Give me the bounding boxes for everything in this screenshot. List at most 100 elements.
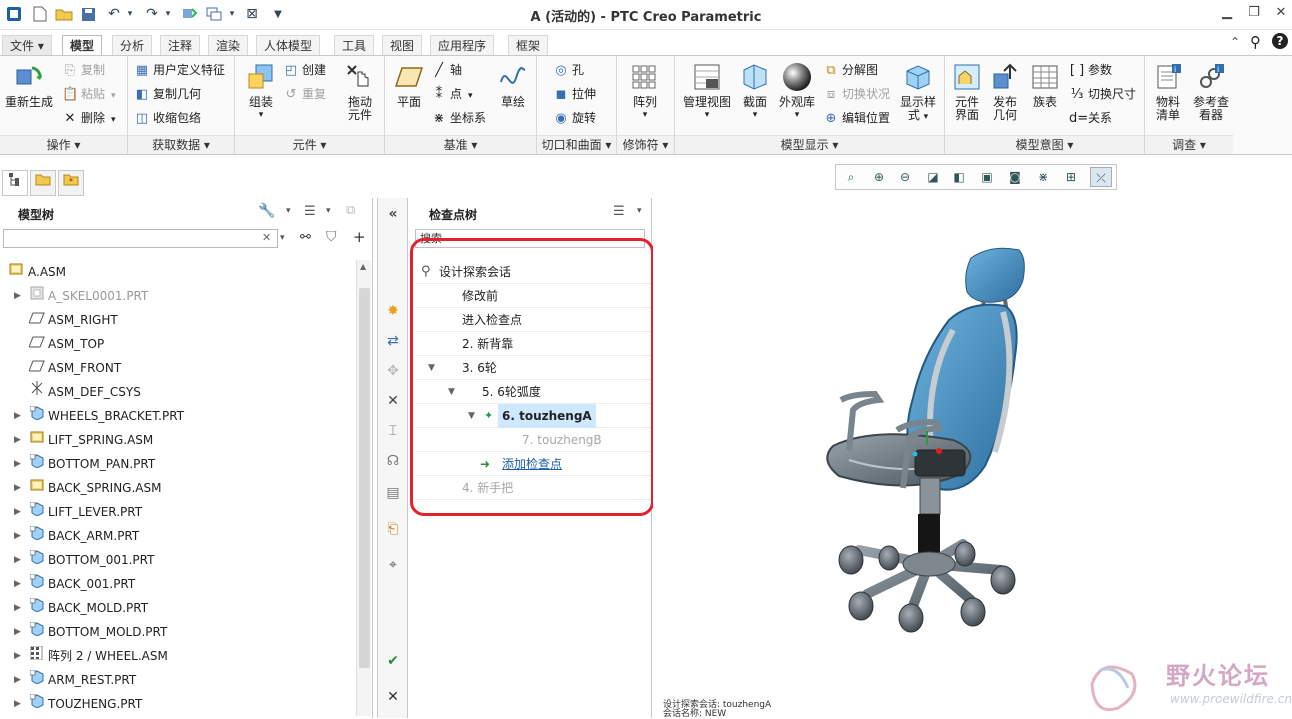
sketch-button[interactable]: 草绘 <box>493 61 533 109</box>
drag-components-button[interactable]: 拖动 元件 <box>339 61 381 122</box>
edit-position-button[interactable]: ⊕ 编辑位置 <box>823 108 890 128</box>
expand-arrow-icon[interactable]: ▶ <box>14 596 24 620</box>
create-button[interactable]: ◰ 创建 <box>283 60 326 80</box>
pattern-button[interactable]: 阵列 ▾ <box>625 61 665 122</box>
expand-arrow-icon[interactable]: ▶ <box>14 452 24 476</box>
rotate-checkpoint-icon[interactable]: ⇄ <box>381 330 405 352</box>
group-model-intent-label[interactable]: 模型意图 ▾ <box>945 135 1144 154</box>
repaint-icon[interactable]: ◪ <box>922 167 944 187</box>
remove-checkpoint-icon[interactable]: ✕ <box>381 390 405 412</box>
find-binoculars-icon[interactable]: ⚯ <box>300 230 311 245</box>
add-column-icon[interactable]: + <box>353 228 366 246</box>
expand-arrow-icon[interactable]: ▶ <box>14 428 24 452</box>
expand-arrow-icon[interactable]: ▶ <box>14 476 24 500</box>
expand-arrow-icon[interactable]: ▶ <box>14 548 24 572</box>
minimize-ribbon-icon[interactable]: ⌃ <box>1230 35 1240 49</box>
point-button[interactable]: ⁑ 点 ▾ <box>431 84 473 104</box>
show-menu-dropdown-icon[interactable]: ▾ <box>326 206 331 216</box>
expand-arrow-icon[interactable]: ▶ <box>14 500 24 524</box>
annotation-display-icon[interactable]: ⊞ <box>1060 167 1082 187</box>
compare-checkpoint-icon[interactable]: ⌶ <box>381 420 405 442</box>
section-button[interactable]: 截面 ▾ <box>737 61 773 122</box>
appearance-gallery-button[interactable]: 外观库 ▾ <box>775 61 819 122</box>
publish-geometry-button[interactable]: 发布 几何 <box>987 61 1023 122</box>
datum-display-filters-icon[interactable]: ⋇ <box>1032 167 1054 187</box>
tree-settings-icon[interactable]: 🔧 <box>258 203 275 219</box>
tab-manikin[interactable]: 人体模型 <box>256 35 321 56</box>
new-session-icon[interactable]: ✸ <box>381 300 405 322</box>
filter-icon[interactable]: ⛉ <box>326 229 337 245</box>
view-manager-icon[interactable]: ◙ <box>1004 167 1026 187</box>
saved-orientations-icon[interactable]: ▣ <box>976 167 998 187</box>
tab-applications[interactable]: 应用程序 <box>430 35 495 56</box>
group-modifiers-label[interactable]: 修饰符 ▾ <box>617 135 674 154</box>
hole-button[interactable]: ◎ 孔 <box>553 60 584 80</box>
group-component-label[interactable]: 元件 ▾ <box>235 135 384 154</box>
assemble-button[interactable]: 组装 ▾ <box>241 61 281 122</box>
tab-favorites-icon[interactable]: * <box>58 170 84 196</box>
delete-button[interactable]: ✕ 删除 ▾ <box>62 108 116 128</box>
tab-folder-browser-icon[interactable] <box>30 170 56 196</box>
open-session-icon[interactable]: ⎗ <box>381 518 405 540</box>
shrinkwrap-button[interactable]: ◫ 收缩包络 <box>134 108 201 128</box>
group-cuts-surfaces-label[interactable]: 切口和曲面 ▾ <box>537 135 616 154</box>
regenerate-button[interactable]: 重新生成 <box>4 61 54 109</box>
model-tree-scrollbar[interactable]: ▲ <box>356 260 371 716</box>
expand-arrow-icon[interactable]: ▶ <box>14 404 24 428</box>
checkpoint-menu-dropdown-icon[interactable]: ▾ <box>637 206 642 216</box>
user-defined-feature-button[interactable]: ▦ 用户定义特征 <box>134 60 225 80</box>
checkpoint-notes-icon[interactable]: ▤ <box>381 482 405 504</box>
toggle-status-button[interactable]: ⧈ 切换状况 <box>823 84 890 104</box>
properties-checkpoint-icon[interactable]: ☊ <box>381 450 405 472</box>
chair-model[interactable] <box>653 160 1292 718</box>
graphics-viewport[interactable] <box>653 160 1292 718</box>
expand-arrow-icon[interactable]: ▶ <box>14 692 24 716</box>
csys-button[interactable]: ⋇ 坐标系 <box>431 108 486 128</box>
group-model-display-label[interactable]: 模型显示 ▾ <box>675 135 944 154</box>
spin-center-icon[interactable]: ⤫ <box>1090 167 1112 187</box>
tab-file[interactable]: 文件 ▾ <box>2 35 52 56</box>
axis-button[interactable]: ╱ 轴 <box>431 60 462 80</box>
tab-model[interactable]: 模型 <box>62 35 103 57</box>
display-style-view-icon[interactable]: ◧ <box>948 167 970 187</box>
tab-analysis[interactable]: 分析 <box>112 35 153 56</box>
tab-annotate[interactable]: 注释 <box>160 35 201 56</box>
expand-arrow-icon[interactable]: ▶ <box>14 572 24 596</box>
group-operations-label[interactable]: 操作 ▾ <box>0 135 127 154</box>
repeat-button[interactable]: ↺ 重复 <box>283 84 326 104</box>
zoom-out-icon[interactable]: ⊖ <box>894 167 916 187</box>
component-interface-button[interactable]: 元件 界面 <box>949 61 985 122</box>
group-get-data-label[interactable]: 获取数据 ▾ <box>128 135 234 154</box>
search-dropdown-icon[interactable]: ▾ <box>280 233 285 243</box>
restore-icon[interactable]: ❐ <box>1243 5 1265 23</box>
family-table-button[interactable]: 族表 <box>1027 61 1063 109</box>
tab-render[interactable]: 渲染 <box>208 35 249 56</box>
model-tree-scroll-thumb[interactable] <box>359 288 370 668</box>
expand-arrow-icon[interactable]: ▶ <box>14 284 24 308</box>
expand-arrow-icon[interactable]: ▶ <box>14 644 24 668</box>
relations-button[interactable]: d=关系 <box>1069 108 1112 128</box>
tab-framework[interactable]: 框架 <box>508 35 549 56</box>
tab-tools[interactable]: 工具 <box>334 35 375 56</box>
expand-arrow-icon[interactable]: ▶ <box>14 668 24 692</box>
manage-views-button[interactable]: 管理视图 ▾ <box>681 61 733 122</box>
extrude-button[interactable]: ◼ 拉伸 <box>553 84 596 104</box>
zoom-in-icon[interactable]: ⊕ <box>868 167 890 187</box>
tab-model-tree-icon[interactable] <box>2 170 28 196</box>
search-icon[interactable]: ⚲ <box>1250 33 1261 51</box>
tree-settings-dropdown-icon[interactable]: ▾ <box>286 206 291 216</box>
explode-view-button[interactable]: ⧉ 分解图 <box>823 60 878 80</box>
expand-arrow-icon[interactable]: ▶ <box>14 620 24 644</box>
close-icon[interactable]: ✕ <box>1270 5 1292 23</box>
minimize-icon[interactable]: ▁ <box>1216 5 1238 23</box>
bom-button[interactable]: i 物料 清单 <box>1149 61 1187 122</box>
group-investigate-label[interactable]: 调查 ▾ <box>1145 135 1233 154</box>
group-datum-label[interactable]: 基准 ▾ <box>385 135 536 154</box>
copy-button[interactable]: ⎘ 复制 <box>62 60 105 80</box>
reference-viewer-button[interactable]: i 参考查 看器 <box>1189 61 1233 122</box>
save-session-icon[interactable]: ⌖ <box>381 554 405 576</box>
filter-disabled-icon[interactable]: ⧉ <box>346 203 355 218</box>
refit-icon[interactable]: ⌕ <box>840 167 862 187</box>
collapse-panel-icon[interactable]: « <box>381 203 405 225</box>
model-tree-search-input[interactable] <box>3 229 278 248</box>
